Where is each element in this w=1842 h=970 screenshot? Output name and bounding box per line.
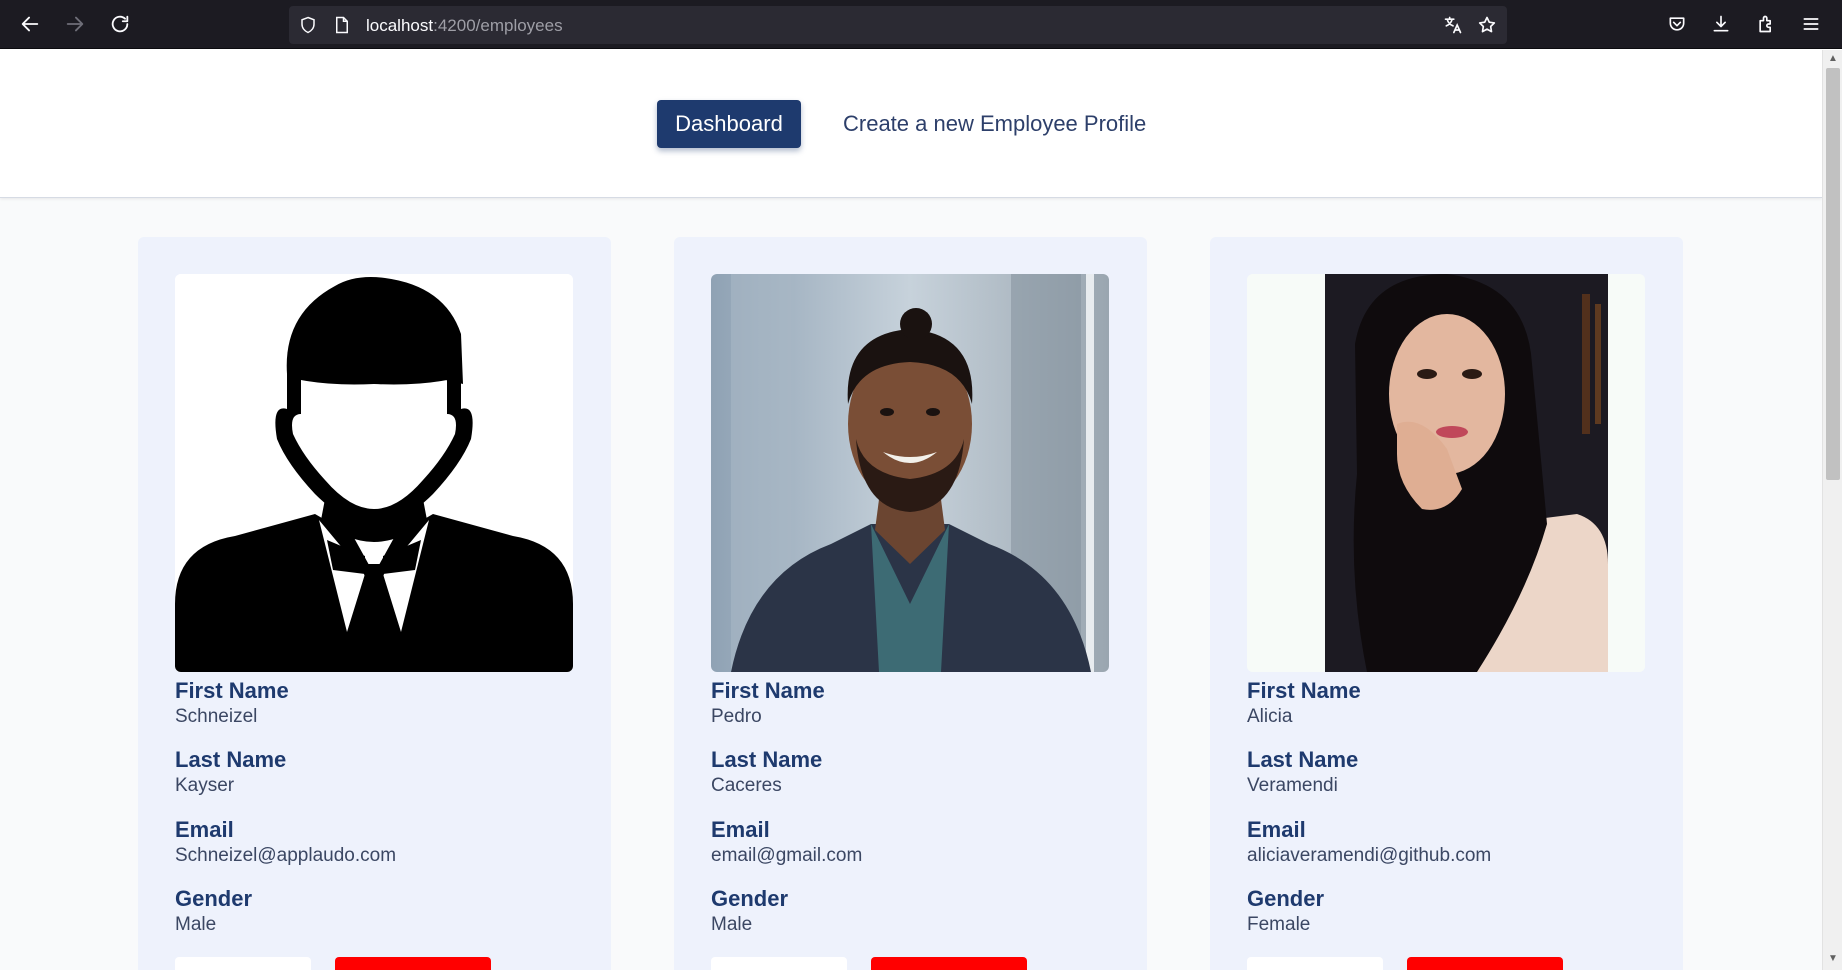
last-name-label: Last Name	[1247, 747, 1359, 772]
browser-toolbar: localhost:4200/employees	[0, 0, 1842, 49]
man-portrait-image	[711, 274, 1109, 672]
page-icon	[332, 15, 352, 35]
app-header: Dashboard Create a new Employee Profile	[0, 50, 1822, 198]
page-viewport: Dashboard Create a new Employee Profile	[0, 50, 1822, 970]
employee-photo	[711, 274, 1109, 672]
email-value: Schneizel@applaudo.com	[175, 845, 397, 866]
email-label: Email	[175, 817, 234, 842]
edit-button[interactable]	[1247, 957, 1383, 970]
employee-card: First Name Schneizel Last Name Kayser Em…	[138, 237, 611, 970]
url-text[interactable]: localhost:4200/employees	[366, 16, 563, 36]
delete-button[interactable]	[1407, 957, 1563, 970]
woman-portrait-image	[1247, 274, 1645, 672]
forward-button[interactable]	[60, 10, 90, 38]
employee-photo	[1247, 274, 1645, 672]
reload-button[interactable]	[105, 10, 135, 38]
gender-value: Female	[1247, 914, 1311, 935]
employee-card: First Name Alicia Last Name Veramendi Em…	[1210, 237, 1683, 970]
email-label: Email	[1247, 817, 1306, 842]
arrow-left-icon	[21, 16, 39, 32]
first-name-value: Alicia	[1247, 706, 1293, 727]
menu-icon[interactable]	[1799, 12, 1823, 36]
first-name-label: First Name	[1247, 678, 1361, 703]
dashboard-button[interactable]: Dashboard	[657, 100, 801, 148]
employee-card: First Name Pedro Last Name Caceres Email…	[674, 237, 1147, 970]
star-icon[interactable]	[1477, 15, 1497, 35]
delete-button[interactable]	[335, 957, 491, 970]
back-button[interactable]	[15, 10, 45, 38]
gender-label: Gender	[175, 886, 253, 911]
edit-button[interactable]	[711, 957, 847, 970]
email-value: email@gmail.com	[711, 845, 863, 866]
last-name-label: Last Name	[711, 747, 823, 772]
email-label: Email	[711, 817, 770, 842]
download-icon[interactable]	[1709, 12, 1733, 36]
last-name-value: Veramendi	[1247, 775, 1338, 796]
gender-label: Gender	[711, 886, 789, 911]
shield-icon[interactable]	[298, 15, 318, 35]
first-name-label: First Name	[711, 678, 825, 703]
first-name-value: Pedro	[711, 706, 762, 727]
delete-button[interactable]	[871, 957, 1027, 970]
last-name-value: Caceres	[711, 775, 782, 796]
gender-value: Male	[711, 914, 753, 935]
extensions-icon[interactable]	[1754, 12, 1778, 36]
last-name-label: Last Name	[175, 747, 287, 772]
arrow-right-icon	[66, 16, 84, 32]
email-value: aliciaveramendi@github.com	[1247, 845, 1492, 866]
first-name-label: First Name	[175, 678, 289, 703]
edit-button[interactable]	[175, 957, 311, 970]
first-name-value: Schneizel	[175, 706, 258, 727]
gender-value: Male	[175, 914, 217, 935]
scroll-up-icon[interactable]: ▲	[1827, 54, 1839, 64]
employee-photo	[175, 274, 573, 672]
gender-label: Gender	[1247, 886, 1325, 911]
person-avatar-icon	[175, 274, 573, 672]
translate-icon[interactable]	[1443, 15, 1463, 35]
page-scrollbar[interactable]: ▲ ▼	[1822, 50, 1842, 970]
scroll-thumb[interactable]	[1826, 68, 1840, 480]
pocket-icon[interactable]	[1665, 12, 1689, 36]
last-name-value: Kayser	[175, 775, 235, 796]
reload-icon	[111, 15, 129, 33]
scroll-down-icon[interactable]: ▼	[1827, 954, 1839, 964]
create-employee-link[interactable]: Create a new Employee Profile	[843, 111, 1146, 137]
address-bar[interactable]: localhost:4200/employees	[289, 6, 1507, 44]
